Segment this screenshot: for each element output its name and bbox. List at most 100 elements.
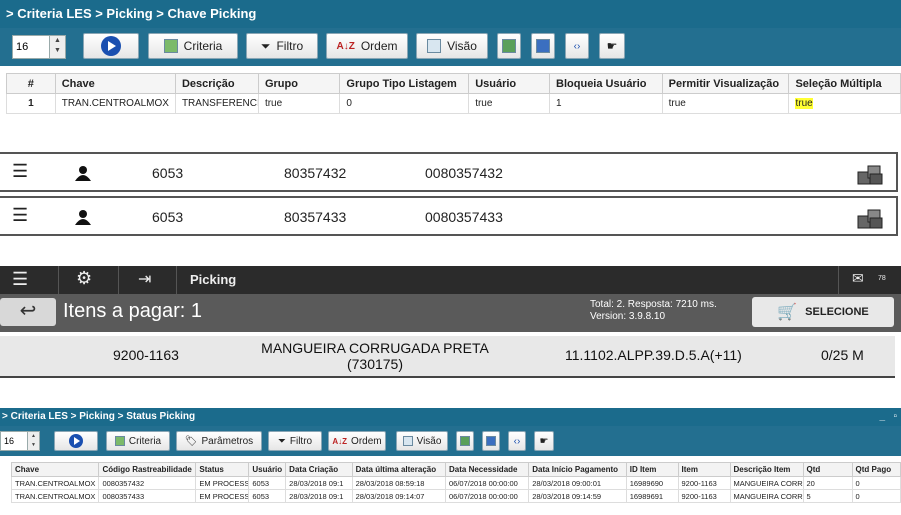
filtro-label: Filtro <box>276 39 304 53</box>
excel-icon <box>460 436 470 446</box>
page-size-stepper[interactable]: 16 ▲ ▼ <box>0 431 40 451</box>
cell: 28/03/2018 09:1 <box>285 489 353 503</box>
cell-grupo-tipo: 0 <box>339 93 470 114</box>
col-header[interactable]: Seleção Múltipla <box>788 73 901 94</box>
save-button[interactable] <box>482 431 500 451</box>
code-button[interactable]: ‹› <box>508 431 526 451</box>
list-item[interactable]: ☰ 6053 80357432 0080357432 <box>0 152 898 192</box>
view-icon <box>402 436 413 446</box>
visao-button[interactable]: Visão <box>416 33 488 59</box>
col-header[interactable]: Código Rastreabilidade <box>98 462 197 477</box>
logout-icon[interactable]: ⇥ <box>138 269 151 289</box>
col-header[interactable]: Chave <box>11 462 100 477</box>
play-icon <box>69 434 83 448</box>
parametros-button[interactable]: 🏷 Parâmetros <box>176 431 262 451</box>
table-row[interactable]: 1 TRAN.CENTROALMOX TRANSFERENCIA true 0 … <box>6 93 901 114</box>
item-number: 80357432 <box>284 165 347 181</box>
col-header[interactable]: Grupo Tipo Listagem <box>339 73 470 94</box>
col-header[interactable]: Item <box>677 462 731 477</box>
col-header[interactable]: Qtd <box>802 462 853 477</box>
picking-item-row[interactable]: 9200-1163 MANGUEIRA CORRUGADA PRETA (730… <box>0 336 895 378</box>
highlighted-value: true <box>795 98 813 109</box>
run-button[interactable] <box>83 33 139 59</box>
visao-button[interactable]: Visão <box>396 431 448 451</box>
grid-header-row: Chave Código Rastreabilidade Status Usuá… <box>11 462 901 477</box>
minimize-icon[interactable]: _ <box>879 408 885 426</box>
col-header[interactable]: # <box>6 73 56 94</box>
back-button[interactable]: ↩ <box>0 298 56 326</box>
divider <box>838 266 839 294</box>
mail-count-badge: 78 <box>878 275 886 282</box>
ordem-button[interactable]: A↓Z Ordem <box>326 33 408 59</box>
col-header[interactable]: Data Necessidade <box>444 462 530 477</box>
cart-icon: 🛒 <box>777 304 798 321</box>
cell: 9200-1163 <box>677 476 731 490</box>
item-user: 6053 <box>152 165 184 181</box>
col-header[interactable]: Usuário <box>248 462 287 477</box>
save-button[interactable] <box>531 33 555 59</box>
run-button[interactable] <box>54 431 98 451</box>
criteria-button[interactable]: Criteria <box>148 33 238 59</box>
col-header[interactable]: Qtd Pago <box>851 462 901 477</box>
mail-icon[interactable]: ✉ <box>852 270 864 287</box>
export-excel-button[interactable] <box>497 33 521 59</box>
filtro-label: Filtro <box>289 435 313 447</box>
boxes-icon[interactable] <box>856 162 884 186</box>
restore-icon[interactable]: ▫ <box>893 408 897 426</box>
status-picking-panel: > Criteria LES > Picking > Status Pickin… <box>0 408 901 515</box>
settings-button[interactable]: ☛ <box>599 33 625 59</box>
divider <box>58 266 59 294</box>
col-header[interactable]: Status <box>195 462 250 477</box>
menu-icon[interactable]: ☰ <box>12 269 28 290</box>
col-header[interactable]: Chave <box>54 73 176 94</box>
cell: 0 <box>851 489 901 503</box>
code-button[interactable]: ‹› <box>565 33 589 59</box>
col-header[interactable]: Data última alteração <box>351 462 447 477</box>
col-header[interactable]: Grupo <box>257 73 341 94</box>
filtro-button[interactable]: ⏷ Filtro <box>268 431 322 451</box>
item-description: MANGUEIRA CORRUGADA PRETA <box>261 340 489 356</box>
stepper-arrows-icon[interactable]: ▲ ▼ <box>49 36 65 58</box>
col-header[interactable]: Permitir Visualização <box>661 73 790 94</box>
criteria-label: Criteria <box>183 39 223 53</box>
items-to-pay-label: Itens a pagar: 1 <box>63 300 202 322</box>
back-arrow-icon: ↩ <box>19 300 37 322</box>
col-header[interactable]: Usuário <box>468 73 551 94</box>
filtro-button[interactable]: ⏷ Filtro <box>246 33 318 59</box>
funnel-icon: ⏷ <box>260 38 271 53</box>
user-icon <box>75 166 91 181</box>
cell: 28/03/2018 09:14:07 <box>351 489 447 503</box>
col-header[interactable]: ID Item <box>625 462 679 477</box>
boxes-icon[interactable] <box>856 206 884 230</box>
criteria-icon <box>114 436 125 446</box>
row-number: 1 <box>6 93 56 114</box>
col-header[interactable]: Data Início Pagamento <box>528 462 627 477</box>
mobile-top-bar: ☰ ⚙ ⇥ Picking ✉ 78 <box>0 266 901 294</box>
criteria-icon <box>163 39 178 53</box>
table-row[interactable]: TRAN.CENTROALMOX 0080357433 EM PROCESSO … <box>11 489 901 503</box>
export-excel-button[interactable] <box>456 431 474 451</box>
table-row[interactable]: TRAN.CENTROALMOX 0080357432 EM PROCESSO … <box>11 476 901 490</box>
view-icon <box>427 39 442 53</box>
visao-label: Visão <box>416 435 442 447</box>
col-header[interactable]: Descrição Item <box>729 462 804 477</box>
criteria-button[interactable]: Criteria <box>106 431 170 451</box>
settings-button[interactable]: ☛ <box>534 431 554 451</box>
stepper-arrows-icon[interactable]: ▲ ▼ <box>27 432 39 450</box>
hand-icon: ☛ <box>539 435 549 447</box>
page-size-value: 16 <box>4 436 15 446</box>
col-header[interactable]: Descrição <box>174 73 259 94</box>
col-header[interactable]: Data Criação <box>285 462 353 477</box>
item-code: 0080357432 <box>425 165 503 181</box>
cell: 06/07/2018 00:00:00 <box>444 489 530 503</box>
selecione-button[interactable]: 🛒 SELECIONE <box>752 297 894 327</box>
ordem-button[interactable]: A↓Z Ordem <box>328 431 386 451</box>
gear-icon[interactable]: ⚙ <box>76 268 92 289</box>
cell: MANGUEIRA CORR <box>729 489 804 503</box>
page-size-stepper[interactable]: 16 ▲ ▼ <box>12 35 66 59</box>
list-item[interactable]: ☰ 6053 80357433 0080357433 <box>0 196 898 236</box>
col-header[interactable]: Bloqueia Usuário <box>549 73 663 94</box>
selecione-label: SELECIONE <box>805 306 869 318</box>
item-code: 0080357433 <box>425 209 503 225</box>
ordem-label: Ordem <box>360 39 398 53</box>
